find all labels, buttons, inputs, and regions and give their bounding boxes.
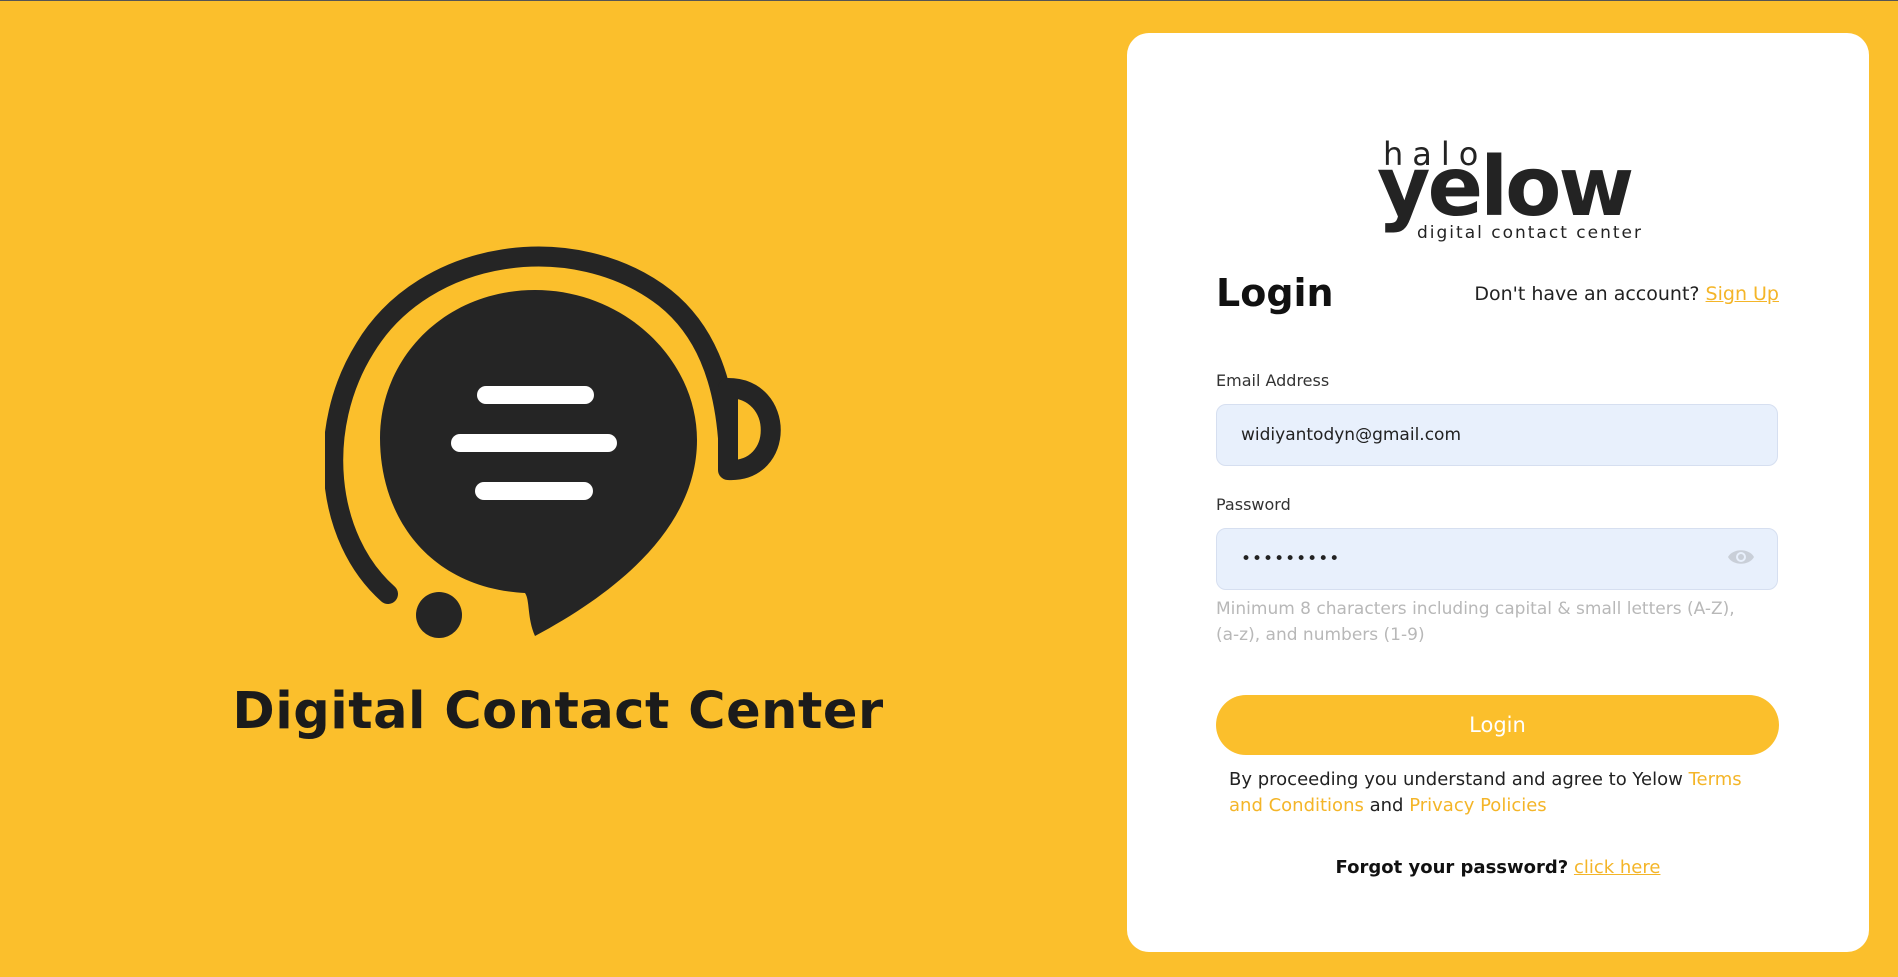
hero-title: Digital Contact Center bbox=[232, 682, 884, 741]
forgot-password-row: Forgot your password? click here bbox=[1127, 857, 1869, 878]
login-card: halo yelow digital contact center Login … bbox=[1127, 33, 1869, 952]
password-label: Password bbox=[1216, 495, 1291, 514]
email-field[interactable] bbox=[1216, 404, 1778, 466]
login-heading: Login bbox=[1216, 271, 1334, 315]
password-field[interactable] bbox=[1216, 528, 1778, 590]
forgot-password-link[interactable]: click here bbox=[1574, 857, 1661, 878]
privacy-link[interactable]: Privacy Policies bbox=[1409, 795, 1546, 816]
signup-link[interactable]: Sign Up bbox=[1706, 283, 1779, 305]
headset-chat-bubble-icon bbox=[325, 246, 781, 638]
password-hint: Minimum 8 characters including capital &… bbox=[1216, 599, 1735, 645]
login-button[interactable]: Login bbox=[1216, 695, 1779, 755]
agree-and: and bbox=[1369, 795, 1404, 816]
email-label: Email Address bbox=[1216, 371, 1330, 390]
hero-panel: Digital Contact Center bbox=[0, 0, 1120, 977]
no-account-text: Don't have an account? bbox=[1474, 283, 1700, 305]
brand-logo: halo yelow digital contact center bbox=[1361, 103, 1646, 243]
brand-tagline: digital contact center bbox=[1417, 223, 1643, 243]
agreement-text: By proceeding you understand and agree t… bbox=[1229, 767, 1769, 819]
brand-yelow: yelow bbox=[1377, 140, 1634, 235]
agree-prefix: By proceeding you understand and agree t… bbox=[1229, 769, 1683, 790]
signup-row: Don't have an account? Sign Up bbox=[1474, 283, 1779, 305]
eye-icon[interactable] bbox=[1727, 547, 1755, 567]
forgot-password-text: Forgot your password? bbox=[1335, 857, 1569, 878]
